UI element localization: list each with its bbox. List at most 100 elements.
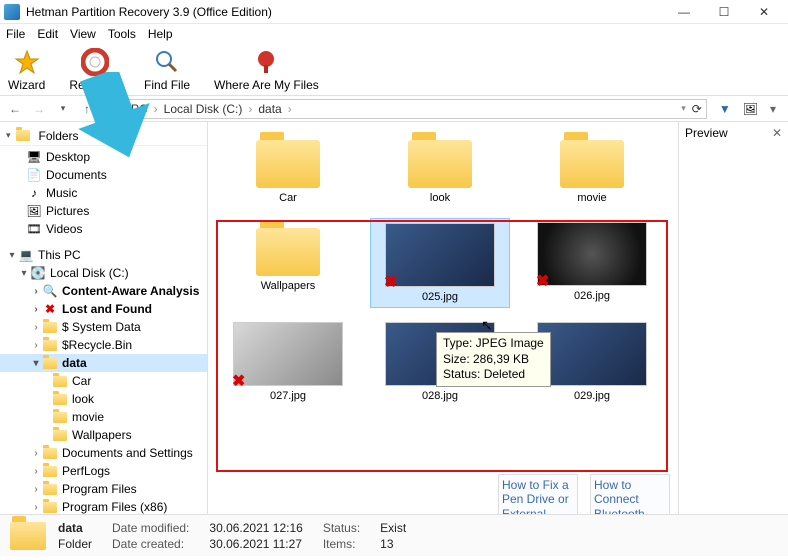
view-icon[interactable]: 🖼 — [743, 102, 758, 116]
where-files-label: Where Are My Files — [214, 78, 319, 92]
tooltip-size: Size: 286,39 KB — [443, 352, 544, 368]
image-thumb — [537, 322, 647, 386]
tree-program-files[interactable]: ›Program Files — [0, 480, 207, 498]
wizard-label: Wizard — [8, 78, 45, 92]
up-button[interactable]: ↑ — [78, 102, 96, 116]
status-mod-label: Date modified: — [112, 521, 189, 535]
find-file-button[interactable]: Find File — [144, 48, 190, 92]
document-icon: 📄 — [26, 168, 42, 182]
tree-pictures[interactable]: 🖼Pictures — [0, 202, 207, 220]
pc-icon: 💻 — [18, 248, 34, 262]
image-thumb: ✖ — [385, 223, 495, 287]
menu-view[interactable]: View — [70, 27, 96, 41]
preview-close-button[interactable]: ✕ — [772, 126, 782, 140]
tree-system-data[interactable]: ›$ System Data — [0, 318, 207, 336]
address-bar[interactable]: …is PC› Local Disk (C:)› data› ▾ ⟳ — [102, 99, 707, 119]
recovery-button[interactable]: Recovery — [69, 48, 120, 92]
lifebuoy-icon — [81, 48, 109, 76]
where-files-button[interactable]: Where Are My Files — [214, 48, 319, 92]
tree-data[interactable]: ▾data — [0, 354, 207, 372]
tree-music[interactable]: ♪Music — [0, 184, 207, 202]
status-mod: 30.06.2021 12:16 — [209, 521, 302, 535]
magnifier-icon — [153, 48, 181, 76]
folder-item-wallpapers[interactable]: Wallpapers — [218, 218, 358, 308]
breadcrumb-disk[interactable]: Local Disk (C:) — [164, 102, 243, 116]
preview-label: Preview — [685, 126, 728, 140]
hint-card[interactable]: How to Fix a Pen Drive or External — [498, 474, 578, 514]
collapse-icon[interactable]: ▾ — [6, 130, 11, 141]
menu-tools[interactable]: Tools — [108, 27, 136, 41]
folder-icon — [560, 140, 624, 188]
file-item-027[interactable]: ✖027.jpg — [218, 318, 358, 406]
tree-videos[interactable]: 🎞Videos — [0, 220, 207, 238]
tree-desktop[interactable]: 🖥Desktop — [0, 148, 207, 166]
back-button[interactable]: ← — [6, 102, 24, 116]
breadcrumb-data[interactable]: data — [258, 102, 281, 116]
menu-file[interactable]: File — [6, 27, 25, 41]
wizard-icon — [13, 48, 41, 76]
address-dropdown-icon[interactable]: ▾ — [681, 103, 686, 114]
tree-documents-settings[interactable]: ›Documents and Settings — [0, 444, 207, 462]
status-created: 30.06.2021 11:27 — [209, 537, 302, 551]
file-tooltip: Type: JPEG Image Size: 286,39 KB Status:… — [436, 332, 551, 387]
folder-item-car[interactable]: Car — [218, 130, 358, 208]
window-title: Hetman Partition Recovery 3.9 (Office Ed… — [26, 5, 664, 19]
tree-program-files-x86[interactable]: ›Program Files (x86) — [0, 498, 207, 514]
status-folder-icon — [10, 522, 46, 550]
tree-content-aware[interactable]: ›🔍Content-Aware Analysis — [0, 282, 207, 300]
folders-label: Folders — [39, 129, 79, 143]
filter-icon[interactable]: ▼ — [719, 102, 731, 116]
file-item-025[interactable]: ✖025.jpg — [370, 218, 510, 308]
status-type: Folder — [58, 537, 92, 551]
folder-item-look[interactable]: look — [370, 130, 510, 208]
main-area: ▾ Folders 🖥Desktop 📄Documents ♪Music 🖼Pi… — [0, 122, 788, 514]
content-pane[interactable]: Car look movie Wallpapers ✖025.jpg ✖026.… — [208, 122, 678, 514]
breadcrumb-pc[interactable]: …is PC — [107, 102, 148, 116]
tooltip-status: Status: Deleted — [443, 367, 544, 383]
wizard-button[interactable]: Wizard — [8, 48, 45, 92]
image-thumb: ✖ — [537, 222, 647, 286]
title-bar: Hetman Partition Recovery 3.9 (Office Ed… — [0, 0, 788, 24]
tree-car[interactable]: Car — [0, 372, 207, 390]
tree-local-disk[interactable]: ▾💽Local Disk (C:) — [0, 264, 207, 282]
refresh-icon[interactable]: ⟳ — [692, 102, 702, 116]
tree-documents[interactable]: 📄Documents — [0, 166, 207, 184]
tree-wallpapers[interactable]: Wallpapers — [0, 426, 207, 444]
menu-bar: File Edit View Tools Help — [0, 24, 788, 44]
pin-icon — [252, 48, 280, 76]
tree-recycle-bin[interactable]: ›$Recycle.Bin — [0, 336, 207, 354]
menu-help[interactable]: Help — [148, 27, 173, 41]
app-icon — [4, 4, 20, 20]
status-items: 13 — [380, 537, 406, 551]
status-created-label: Date created: — [112, 537, 189, 551]
tree-lost-found[interactable]: ›✖Lost and Found — [0, 300, 207, 318]
options-icon[interactable]: ▾ — [770, 102, 776, 116]
folder-icon — [256, 140, 320, 188]
deleted-icon: ✖ — [536, 271, 552, 287]
close-button[interactable]: ✕ — [744, 1, 784, 23]
hint-cards: How to Fix a Pen Drive or External How t… — [498, 474, 670, 514]
lost-icon: ✖ — [42, 302, 58, 316]
status-bar: data Date modified: 30.06.2021 12:16 Sta… — [0, 514, 788, 556]
tree-movie[interactable]: movie — [0, 408, 207, 426]
tree-look[interactable]: look — [0, 390, 207, 408]
forward-button[interactable]: → — [30, 102, 48, 116]
folder-item-movie[interactable]: movie — [522, 130, 662, 208]
maximize-button[interactable]: ☐ — [704, 1, 744, 23]
search-doc-icon: 🔍 — [42, 284, 58, 298]
hint-card[interactable]: How to Connect Bluetooth — [590, 474, 670, 514]
folder-tree[interactable]: ▾ Folders 🖥Desktop 📄Documents ♪Music 🖼Pi… — [0, 122, 208, 514]
deleted-icon: ✖ — [384, 272, 400, 288]
folders-header: ▾ Folders — [0, 126, 207, 146]
tree-this-pc[interactable]: ▾💻This PC — [0, 246, 207, 264]
minimize-button[interactable]: — — [664, 1, 704, 23]
videos-icon: 🎞 — [26, 222, 42, 236]
tree-perflogs[interactable]: ›PerfLogs — [0, 462, 207, 480]
menu-edit[interactable]: Edit — [37, 27, 58, 41]
music-icon: ♪ — [26, 186, 42, 200]
image-thumb: ✖ — [233, 322, 343, 386]
tooltip-type: Type: JPEG Image — [443, 336, 544, 352]
history-dropdown[interactable]: ▾ — [54, 103, 72, 114]
file-item-026[interactable]: ✖026.jpg — [522, 218, 662, 308]
folder-icon — [408, 140, 472, 188]
